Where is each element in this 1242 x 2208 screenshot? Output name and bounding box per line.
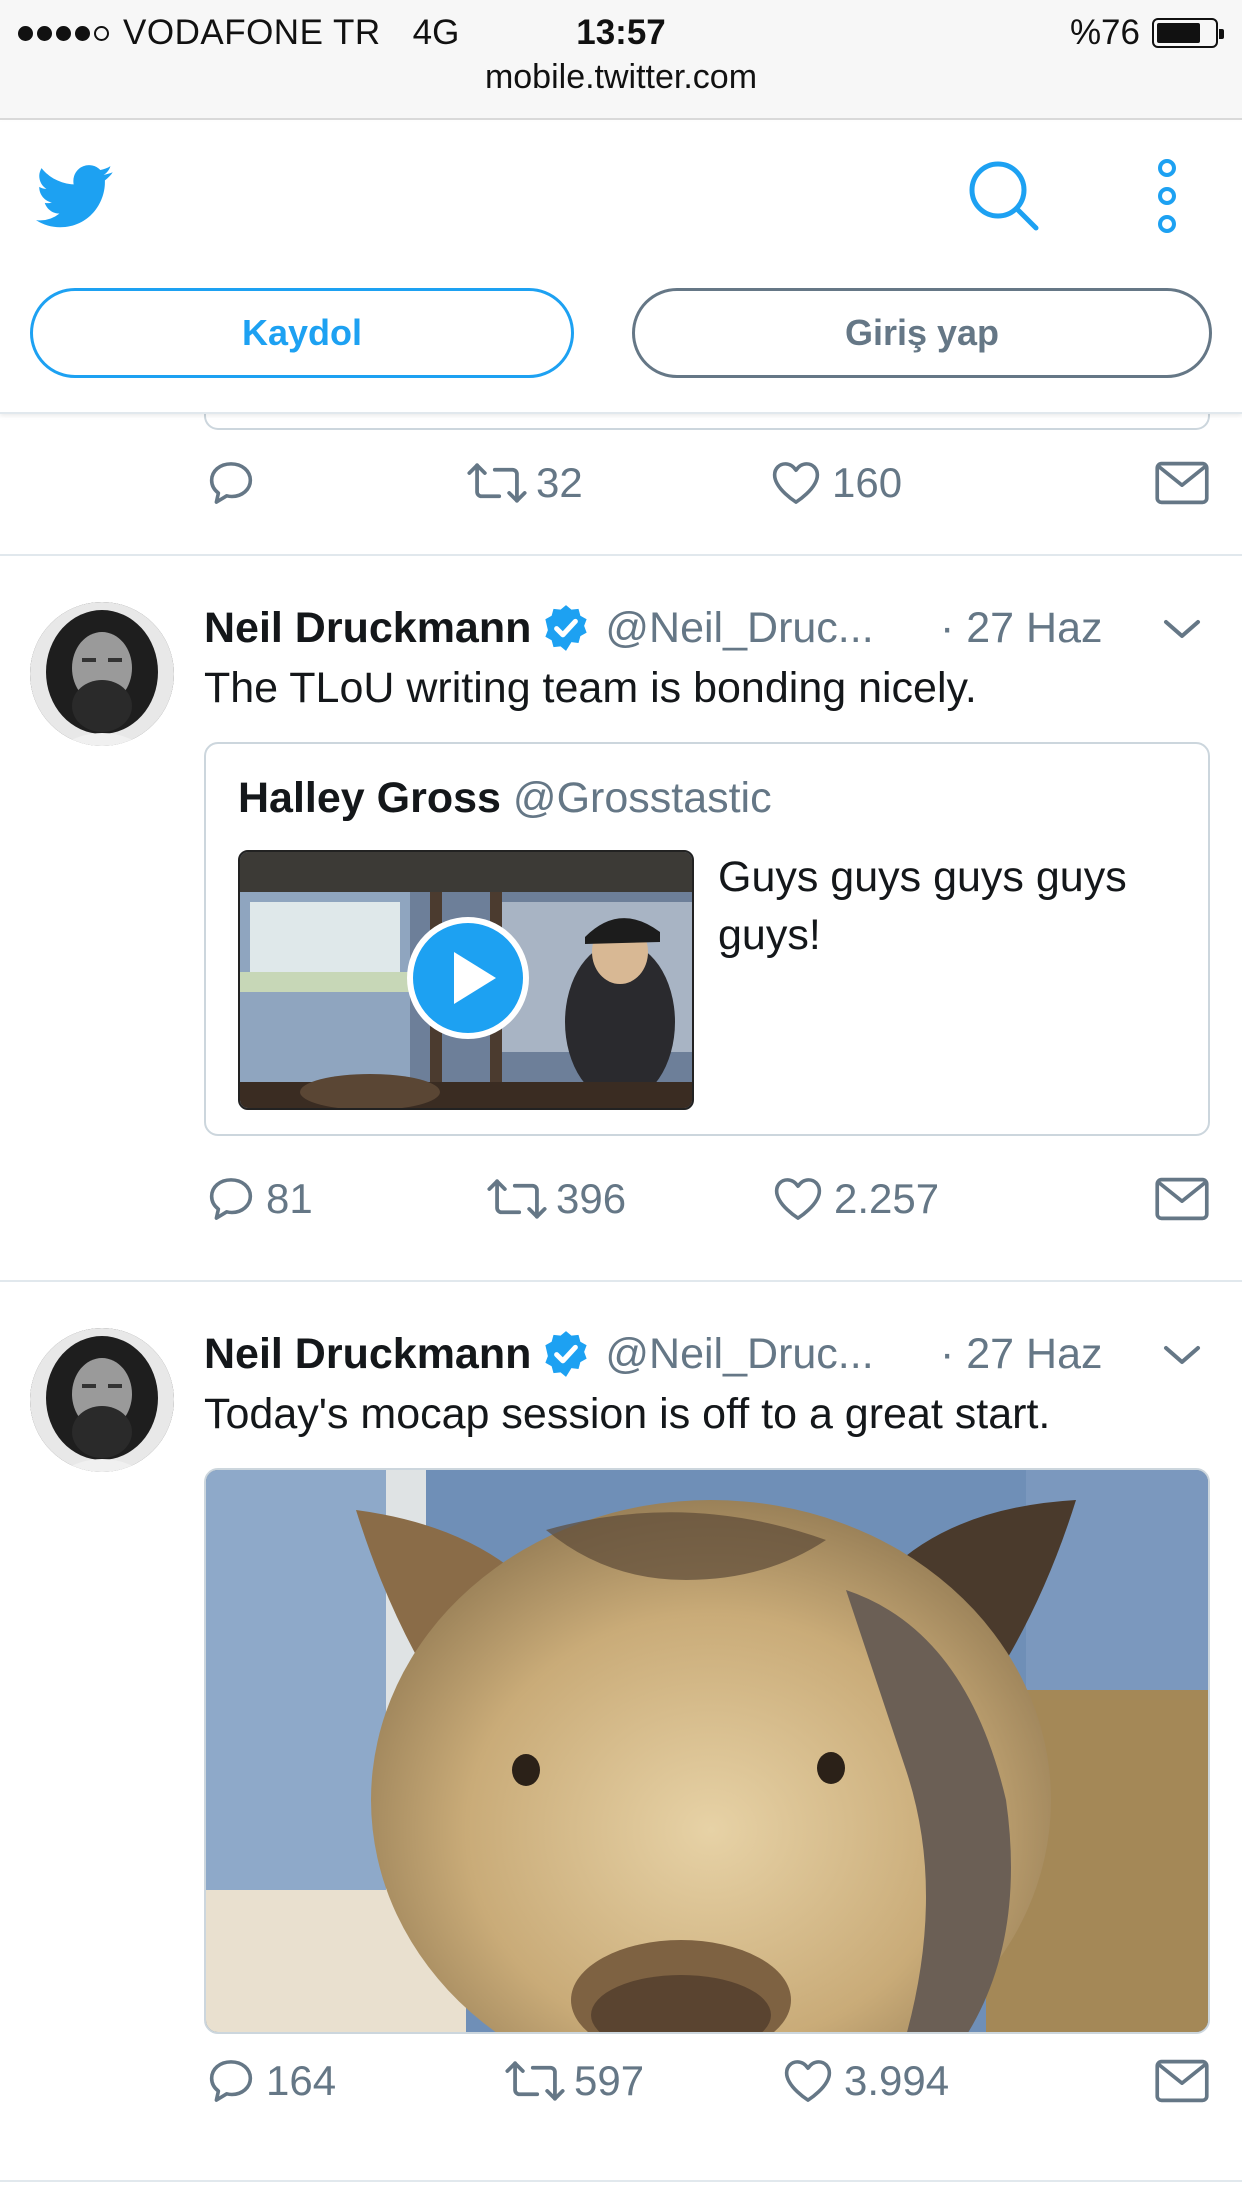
like-button[interactable]: 3.994 <box>780 2046 949 2116</box>
status-right: %76 <box>1069 10 1224 56</box>
retweet-icon <box>467 463 527 503</box>
login-button[interactable]: Giriş yap <box>632 288 1212 378</box>
tweet-divider <box>0 2180 1242 2182</box>
like-count: 3.994 <box>844 2057 950 2104</box>
reply-icon <box>209 462 253 504</box>
author-name[interactable]: Neil Druckmann <box>204 604 531 653</box>
battery-percent: %76 <box>1069 13 1140 52</box>
quote-author-name: Halley Gross <box>238 774 501 822</box>
tweet-date[interactable]: · 27 Haz <box>940 1324 1103 1384</box>
avatar[interactable] <box>30 1328 174 1472</box>
direct-message-button[interactable] <box>1154 1164 1210 1234</box>
like-count: 160 <box>832 459 903 506</box>
quote-text: Guys guys guys guys guys! <box>718 848 1188 964</box>
vertical-dots-icon[interactable] <box>1150 158 1184 238</box>
tweet-actions: 164 597 3.994 <box>204 2046 1214 2116</box>
tweet-photo[interactable] <box>204 1468 1210 2034</box>
ios-status-bar: VODAFONE TR 4G 13:57 %76 mobile.twitter.… <box>0 0 1242 120</box>
quote-video-thumbnail[interactable] <box>238 850 694 1110</box>
reply-icon <box>209 2060 253 2102</box>
like-button[interactable]: 2.257 <box>770 1164 939 1234</box>
quote-header: Halley Gross @Grosstastic <box>238 774 772 823</box>
tweet-text: The TLoU writing team is bonding nicely. <box>204 664 977 712</box>
retweet-count: 32 <box>536 459 583 506</box>
avatar[interactable] <box>30 602 174 746</box>
battery-level-fill <box>1157 23 1200 43</box>
direct-message-button[interactable] <box>1154 2046 1210 2116</box>
retweet-icon <box>487 1179 547 1219</box>
battery-icon <box>1152 18 1224 48</box>
like-button[interactable]: 160 <box>768 448 902 518</box>
reply-button[interactable]: 164 <box>204 2046 336 2116</box>
tweet-divider <box>0 1280 1242 1282</box>
reply-icon <box>209 1178 253 1220</box>
retweet-count: 597 <box>574 2057 645 2104</box>
tweet-actions: 81 396 2.257 <box>204 1164 1214 1234</box>
play-icon[interactable] <box>406 916 530 1040</box>
avatar-photo <box>30 602 174 746</box>
tweet-text: Today's mocap session is off to a great … <box>204 1390 1051 1438</box>
quote-text-line: Guys guys guys guys <box>718 853 1127 901</box>
reply-button[interactable] <box>204 448 258 518</box>
clock: 13:57 <box>576 13 666 52</box>
retweet-button[interactable]: 396 <box>486 1164 626 1234</box>
tweet-date[interactable]: · 27 Haz <box>940 598 1103 658</box>
heart-icon <box>772 462 820 504</box>
heart-icon <box>774 1178 822 1220</box>
address-bar-url[interactable]: mobile.twitter.com <box>0 58 1242 97</box>
tweet-header: Neil Druckmann @Neil_Druc... <box>204 598 874 658</box>
chevron-down-icon[interactable] <box>1160 1340 1204 1370</box>
tweet-divider <box>0 554 1242 556</box>
envelope-icon <box>1155 461 1209 505</box>
retweet-button[interactable]: 597 <box>504 2046 644 2116</box>
twitter-bird-icon[interactable] <box>36 164 114 230</box>
direct-message-button[interactable] <box>1154 448 1210 518</box>
reply-button[interactable]: 81 <box>204 1164 313 1234</box>
battery-nub <box>1219 29 1224 39</box>
reply-count: 164 <box>266 2057 337 2104</box>
quote-tweet-card[interactable]: Halley Gross @Grosstastic Guys guys guys… <box>204 742 1210 1136</box>
retweet-count: 396 <box>556 1175 627 1222</box>
author-handle[interactable]: @Neil_Druc... <box>605 604 873 653</box>
quote-author-handle: @Grosstastic <box>512 774 772 822</box>
tweet-header: Neil Druckmann @Neil_Druc... <box>204 1324 874 1384</box>
avatar-photo <box>30 1328 174 1472</box>
like-count: 2.257 <box>834 1175 940 1222</box>
reply-count: 81 <box>266 1175 313 1222</box>
search-icon[interactable] <box>966 158 1040 232</box>
author-name[interactable]: Neil Druckmann <box>204 1330 531 1379</box>
verified-badge-icon <box>545 605 587 651</box>
pig-photo <box>206 1470 1208 2032</box>
envelope-icon <box>1155 2059 1209 2103</box>
envelope-icon <box>1155 1177 1209 1221</box>
author-handle[interactable]: @Neil_Druc... <box>605 1330 873 1379</box>
chevron-down-icon[interactable] <box>1160 614 1204 644</box>
twitter-header: Kaydol Giriş yap <box>0 122 1242 414</box>
heart-icon <box>784 2060 832 2102</box>
retweet-button[interactable]: 32 <box>466 448 583 518</box>
retweet-icon <box>505 2061 565 2101</box>
quote-text-line: guys! <box>718 911 821 959</box>
verified-badge-icon <box>545 1331 587 1377</box>
signup-button[interactable]: Kaydol <box>30 288 574 378</box>
tweet-actions: 32 160 <box>204 448 1214 518</box>
